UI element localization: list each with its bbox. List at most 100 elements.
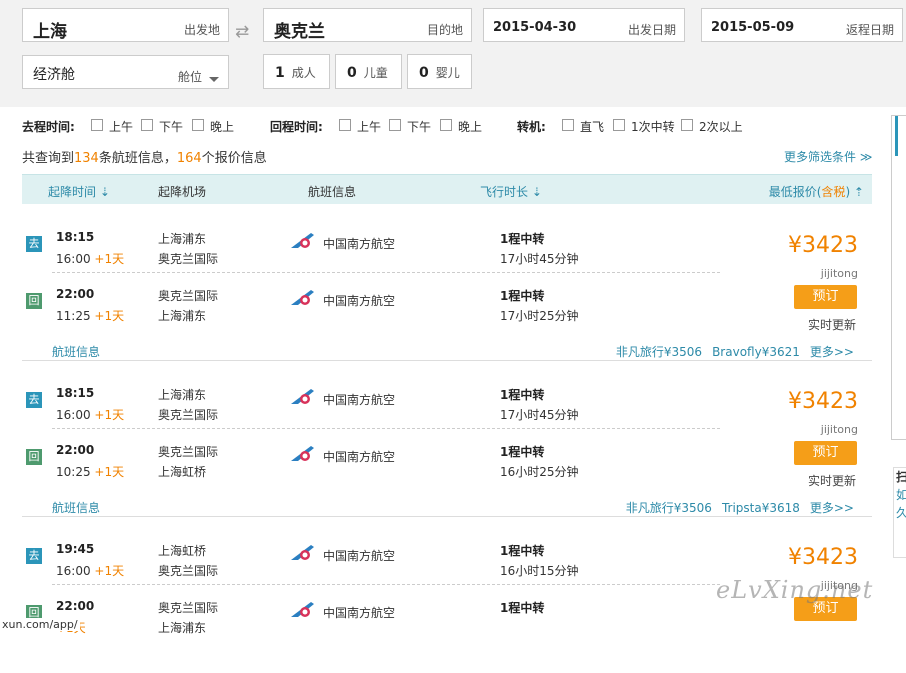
other-quotes: 非凡旅行¥3506 Tripsta¥3618 更多>> — [616, 499, 854, 516]
lowest-price: ¥3423 — [788, 389, 858, 414]
duration: 16小时25分钟 — [500, 465, 579, 479]
direct-checkbox[interactable] — [562, 119, 574, 131]
side-promo[interactable]: 扫 如 久 — [893, 467, 906, 558]
one-stop-checkbox[interactable] — [613, 119, 625, 131]
cabin-select[interactable]: 经济舱 舱位 — [22, 55, 229, 89]
flight-header: 航班信息 — [308, 185, 357, 199]
outbound-afternoon-label: 下午 — [159, 120, 184, 134]
duration: 16小时15分钟 — [500, 564, 579, 578]
arrive-time: 16:00 +1天 — [56, 562, 124, 579]
transfer-label: 转机: — [517, 120, 546, 134]
price-header-prefix: 最低报价( — [768, 185, 822, 199]
cabin-value: 经济舱 — [33, 67, 75, 83]
side-promo-text: 久 — [894, 504, 906, 522]
side-promo-text: 扫 — [894, 468, 906, 486]
watermark: eLvXing.net — [716, 576, 874, 604]
divider — [52, 584, 720, 585]
other-quote-link[interactable]: Bravofly¥3621 — [712, 345, 800, 359]
two-plus-stops-checkbox[interactable] — [681, 119, 693, 131]
depart-airport: 上海浦东 — [158, 388, 207, 402]
adults-field[interactable]: 1 成人 — [263, 54, 330, 89]
price-header-suffix: ) ⇡ — [845, 185, 864, 199]
lowest-price: ¥3423 — [788, 545, 858, 570]
agent-name: jijitong — [820, 267, 858, 280]
children-count: 0 — [347, 65, 357, 81]
two-plus-stops-label: 2次以上 — [699, 120, 743, 134]
next-day-badge: +1天 — [94, 408, 125, 422]
airport-header: 起降机场 — [158, 185, 207, 199]
return-afternoon-checkbox[interactable] — [389, 119, 401, 131]
live-update-label: 实时更新 — [808, 474, 857, 488]
depart-date-field[interactable]: 2015-04-30 出发日期 — [483, 8, 685, 42]
arrive-airport: 奥克兰国际 — [158, 564, 219, 578]
depart-airport: 奥克兰国际 — [158, 445, 219, 459]
to-field[interactable]: 奥克兰 目的地 — [263, 8, 472, 42]
return-tag: 回 — [26, 449, 42, 465]
other-quote-link[interactable]: Tripsta¥3618 — [722, 501, 800, 515]
return-date-label: 返程日期 — [845, 23, 894, 37]
arrive-time: 11:25 +1天 — [56, 307, 124, 324]
arrive-time: 16:00 +1天 — [56, 250, 124, 267]
outbound-tag: 去 — [26, 548, 42, 564]
children-field[interactable]: 0 儿童 — [335, 54, 402, 89]
outbound-morning-checkbox[interactable] — [91, 119, 103, 131]
book-button[interactable]: 预订 — [794, 285, 857, 309]
outbound-segment: 去 18:15 16:00 +1天 上海浦东 奥克兰国际 中国南方航空 1程中转… — [22, 220, 872, 276]
result-item: 去 18:15 16:00 +1天 上海浦东 奥克兰国际 中国南方航空 1程中转… — [22, 205, 872, 361]
depart-time: 19:45 — [56, 542, 95, 556]
airline-name: 中国南方航空 — [323, 294, 396, 308]
arrive-time-value: 16:00 — [56, 564, 91, 578]
stops: 1程中转 — [500, 601, 545, 615]
cabin-label: 舱位 — [177, 70, 202, 84]
swap-icon[interactable]: ⇄ — [235, 22, 249, 42]
arrive-airport: 奥克兰国际 — [158, 252, 219, 266]
airline-name: 中国南方航空 — [323, 450, 396, 464]
sort-by-price[interactable]: 最低报价(含税) ⇡ — [769, 183, 864, 200]
flight-count: 134 — [74, 151, 99, 166]
arrive-airport: 上海浦东 — [158, 309, 207, 323]
china-southern-logo-icon — [291, 545, 314, 560]
result-item: 去 18:15 16:00 +1天 上海浦东 奥克兰国际 中国南方航空 1程中转… — [22, 361, 872, 517]
depart-airport: 上海虹桥 — [158, 544, 207, 558]
to-value: 奥克兰 — [274, 22, 325, 42]
return-evening-label: 晚上 — [458, 120, 483, 134]
return-segment: 回 22:00 10:25 +1天 奥克兰国际 上海虹桥 中国南方航空 1程中转… — [22, 433, 872, 489]
book-button[interactable]: 预订 — [794, 441, 857, 465]
other-quote-link[interactable]: 非凡旅行¥3506 — [626, 501, 712, 515]
search-panel: 上海 出发地 ⇄ 奥克兰 目的地 2015-04-30 出发日期 2015-05… — [0, 0, 906, 107]
more-quotes-link[interactable]: 更多>> — [810, 345, 854, 359]
flight-info-link[interactable]: 航班信息 — [52, 343, 100, 360]
next-day-badge: +1天 — [94, 309, 125, 323]
outbound-evening-label: 晚上 — [210, 120, 235, 134]
stops: 1程中转 — [500, 232, 545, 246]
return-morning-checkbox[interactable] — [339, 119, 351, 131]
sort-by-time[interactable]: 起降时间 ⇣ — [48, 183, 110, 200]
adults-count: 1 — [275, 65, 285, 81]
outbound-tag: 去 — [26, 392, 42, 408]
stops: 1程中转 — [500, 544, 545, 558]
divider — [52, 272, 720, 273]
outbound-evening-checkbox[interactable] — [192, 119, 204, 131]
from-field[interactable]: 上海 出发地 — [22, 8, 229, 42]
return-morning-label: 上午 — [357, 120, 382, 134]
china-southern-logo-icon — [291, 290, 314, 305]
side-panel — [891, 115, 906, 440]
next-day-badge: +1天 — [94, 564, 125, 578]
infants-field[interactable]: 0 婴儿 — [407, 54, 472, 89]
return-evening-checkbox[interactable] — [440, 119, 452, 131]
arrive-time: 10:25 +1天 — [56, 463, 124, 480]
other-quotes: 非凡旅行¥3506 Bravofly¥3621 更多>> — [606, 343, 854, 360]
more-filters-link[interactable]: 更多筛选条件 ≫ — [784, 148, 872, 165]
outbound-afternoon-checkbox[interactable] — [141, 119, 153, 131]
children-label: 儿童 — [363, 66, 388, 80]
return-date-field[interactable]: 2015-05-09 返程日期 — [701, 8, 903, 42]
more-quotes-link[interactable]: 更多>> — [810, 501, 854, 515]
arrive-time-value: 16:00 — [56, 408, 91, 422]
sort-by-duration[interactable]: 飞行时长 ⇣ — [480, 183, 542, 200]
arrive-time-value: 10:25 — [56, 465, 91, 479]
agent-name: jijitong — [820, 423, 858, 436]
other-quote-link[interactable]: 非凡旅行¥3506 — [616, 345, 702, 359]
arrive-time-value: 16:00 — [56, 252, 91, 266]
flight-info-link[interactable]: 航班信息 — [52, 499, 100, 516]
arrive-time: 16:00 +1天 — [56, 406, 124, 423]
